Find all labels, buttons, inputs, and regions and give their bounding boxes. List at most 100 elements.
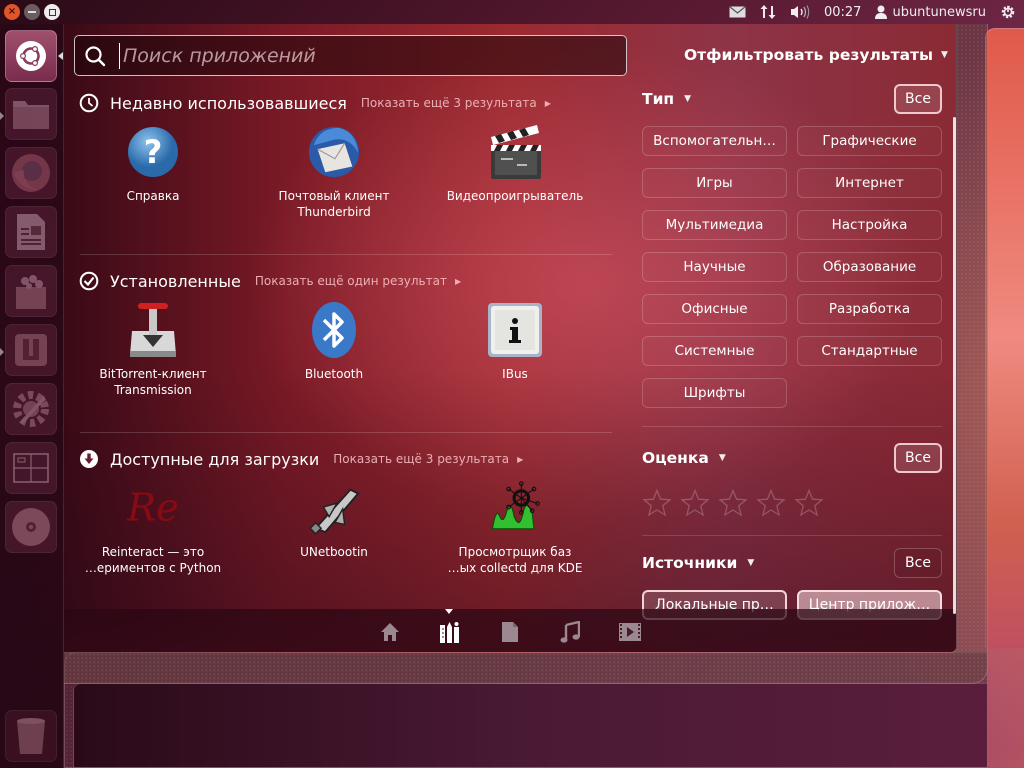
type-filter-button[interactable]: Мультимедиа [642, 210, 787, 240]
lens-video[interactable] [618, 621, 642, 643]
chevron-down-icon: ▼ [684, 94, 692, 104]
launcher-item-dash-home[interactable] [5, 30, 57, 82]
network-updown-icon[interactable] [760, 4, 776, 20]
rating-all-button[interactable]: Все [894, 443, 942, 473]
launcher-item-system-settings[interactable] [5, 383, 57, 435]
app-tile-transmission[interactable]: BitTorrent-клиент Transmission [73, 302, 233, 398]
type-filter-button[interactable]: Шрифты [642, 378, 787, 408]
minimize-button[interactable] [24, 4, 40, 20]
film-icon [619, 623, 641, 641]
home-icon [381, 623, 399, 641]
app-tile-unetbootin[interactable]: UNetbootin [254, 480, 414, 560]
dash: Отфильтровать результаты ▼ Недавно испол… [64, 24, 957, 653]
type-all-button[interactable]: Все [894, 84, 942, 114]
clock-icon [78, 92, 100, 114]
show-more-link[interactable]: Показать ещё 3 результата ▶ [361, 96, 551, 110]
ubuntu-one-icon [15, 334, 47, 366]
star-icon[interactable] [680, 488, 710, 521]
launcher-item-firefox[interactable] [5, 147, 57, 199]
active-lens-indicator [445, 609, 453, 614]
music-note-icon [560, 621, 580, 643]
chevron-down-icon: ▼ [718, 453, 726, 463]
filter-results-toggle[interactable]: Отфильтровать результаты ▼ [684, 46, 948, 64]
category-available: Доступные для загрузки Показать ещё 3 ре… [78, 448, 612, 600]
filter-results-label: Отфильтровать результаты [684, 46, 934, 64]
lens-files[interactable] [498, 621, 522, 643]
filter-type-title: Тип [642, 90, 675, 108]
power-gear-icon[interactable] [1000, 4, 1016, 20]
user-icon [875, 5, 888, 19]
app-tile-thunderbird[interactable]: Почтовый клиент Thunderbird [254, 124, 414, 220]
workspaces-icon [13, 453, 49, 483]
running-indicator [0, 348, 4, 356]
app-tile-help[interactable]: ? Справка [73, 124, 233, 204]
search-icon [75, 45, 115, 67]
volume-icon[interactable] [790, 5, 810, 19]
app-tile-ibus[interactable]: IBus [435, 302, 595, 382]
type-filter-button[interactable]: Игры [642, 168, 787, 198]
show-more-link[interactable]: Показать ещё 3 результата ▶ [333, 452, 523, 466]
type-filter-button[interactable]: Интернет [797, 168, 942, 198]
username: ubuntunewsru [892, 4, 986, 20]
svg-text:Re: Re [126, 485, 179, 530]
launcher-item-workspace-switcher[interactable] [5, 442, 57, 494]
show-more-link[interactable]: Показать ещё один результат ▶ [255, 274, 461, 288]
launcher-item-trash[interactable] [5, 710, 57, 762]
star-icon[interactable] [794, 488, 824, 521]
close-button[interactable]: × [4, 4, 20, 20]
type-filter-button[interactable]: Графические [797, 126, 942, 156]
settings-wrench-icon [13, 391, 49, 427]
type-filter-button[interactable]: Образование [797, 252, 942, 282]
app-tile-bluetooth[interactable]: Bluetooth [254, 302, 414, 382]
ubuntu-logo-icon [16, 41, 46, 71]
app-label: BitTorrent-клиент Transmission [99, 367, 207, 397]
lens-home[interactable] [378, 621, 402, 643]
type-filter-button[interactable]: Стандартные [797, 336, 942, 366]
user-menu[interactable]: ubuntunewsru [875, 5, 986, 20]
filter-type-toggle[interactable]: Тип ▼ [642, 90, 691, 108]
launcher-item-cd-drive[interactable] [5, 501, 57, 553]
sources-all-button[interactable]: Все [894, 548, 942, 578]
launcher-item-writer[interactable] [5, 206, 57, 258]
type-filter-button[interactable]: Разработка [797, 294, 942, 324]
applications-icon [440, 622, 459, 643]
file-icon [502, 622, 518, 642]
app-tile-video-player[interactable]: Видеопроигрыватель [435, 124, 595, 204]
filter-sources-toggle[interactable]: Источники ▼ [642, 554, 754, 572]
lens-applications[interactable] [438, 621, 462, 643]
type-filter-button[interactable]: Настройка [797, 210, 942, 240]
maximize-button[interactable] [44, 4, 60, 20]
app-tile-collectd-viewer[interactable]: Просмотрщик баз …ых collectd для KDE [435, 480, 595, 576]
search-field[interactable] [74, 35, 627, 76]
launcher-item-software-center[interactable] [5, 265, 57, 317]
lens-bar [64, 609, 956, 652]
star-icon[interactable] [642, 488, 672, 521]
disc-icon [12, 508, 50, 546]
type-filter-button[interactable]: Системные [642, 336, 787, 366]
search-input[interactable] [120, 44, 600, 67]
type-filter-button[interactable]: Научные [642, 252, 787, 282]
category-title: Установленные [110, 271, 241, 291]
category-divider [80, 254, 612, 255]
help-icon: ? [125, 124, 181, 180]
bluetooth-icon [306, 302, 362, 358]
document-icon [17, 214, 45, 250]
type-filter-button[interactable]: Офисные [642, 294, 787, 324]
launcher-item-ubuntu-one[interactable] [5, 324, 57, 376]
envelope-icon[interactable] [729, 6, 746, 18]
lens-music[interactable] [558, 621, 582, 643]
chevron-down-icon: ▼ [941, 50, 948, 60]
launcher-item-files[interactable] [5, 88, 57, 140]
app-label: Bluetooth [304, 367, 364, 381]
category-divider [80, 432, 612, 433]
type-filter-button[interactable]: Вспомогательн… [642, 126, 787, 156]
firefox-icon [12, 154, 50, 192]
star-icon[interactable] [718, 488, 748, 521]
filter-rating-toggle[interactable]: Оценка ▼ [642, 449, 726, 467]
app-tile-reinteract[interactable]: Re Reinteract — это …ериментов с Python [73, 480, 233, 576]
filter-scrollbar[interactable] [953, 117, 956, 614]
app-label: Видеопроигрыватель [446, 189, 584, 203]
star-icon[interactable] [756, 488, 786, 521]
clock[interactable]: 00:27 [824, 5, 861, 20]
app-label: Просмотрщик баз …ых collectd для KDE [447, 545, 583, 575]
